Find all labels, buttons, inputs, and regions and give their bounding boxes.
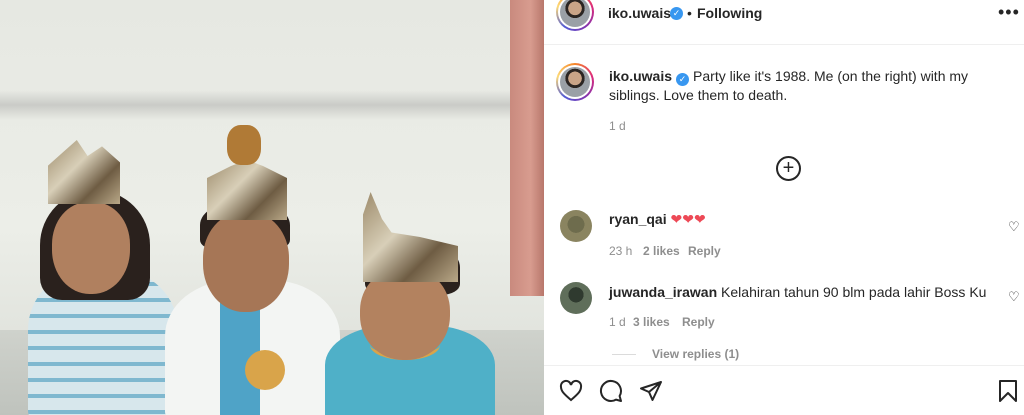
kid-middle bbox=[165, 120, 345, 415]
wall-shadow bbox=[0, 90, 544, 120]
comment-text: Kelahiran tahun 90 blm pada lahir Boss K… bbox=[721, 284, 987, 300]
comment-timestamp: 1 d bbox=[609, 315, 626, 329]
more-horizontal-icon[interactable]: ••• bbox=[998, 2, 1020, 23]
verified-badge-icon: ✓ bbox=[676, 73, 690, 86]
comment-avatar[interactable] bbox=[560, 210, 592, 242]
bookmark-icon[interactable] bbox=[996, 379, 1020, 403]
comment-username[interactable]: ryan_qai bbox=[609, 211, 667, 227]
comment-line: juwanda_irawan Kelahiran tahun 90 blm pa… bbox=[609, 284, 986, 300]
caption-avatar-image bbox=[560, 67, 590, 97]
replies-divider bbox=[612, 354, 636, 356]
send-icon[interactable] bbox=[639, 379, 663, 403]
kid-right bbox=[325, 190, 500, 415]
comment-icon[interactable] bbox=[599, 379, 623, 403]
paper-crown bbox=[48, 140, 120, 204]
caption: iko.uwais ✓ Party like it's 1988. Me (on t… bbox=[609, 67, 1009, 105]
comment-like-heart-icon[interactable]: ♡ bbox=[1008, 219, 1020, 235]
comment-likes[interactable]: 3 likes bbox=[633, 315, 670, 329]
action-bar bbox=[544, 365, 1024, 415]
door bbox=[510, 0, 544, 296]
verified-badge-icon: ✓ bbox=[670, 7, 683, 20]
post-details-panel: iko.uwais ✓ • Following ••• iko.uwais ✓ Pa… bbox=[544, 0, 1024, 415]
comment-likes[interactable]: 2 likes bbox=[643, 244, 680, 258]
comment-reply-button[interactable]: Reply bbox=[688, 244, 721, 258]
caption-timestamp: 1 d bbox=[609, 119, 626, 133]
comment-text: ❤❤❤ bbox=[670, 211, 706, 227]
separator-dot: • bbox=[687, 5, 692, 21]
comment-username[interactable]: juwanda_irawan bbox=[609, 284, 717, 300]
paper-crown bbox=[363, 192, 458, 282]
kid-left bbox=[20, 130, 180, 415]
comment-like-heart-icon[interactable]: ♡ bbox=[1008, 289, 1020, 305]
following-button[interactable]: Following bbox=[697, 5, 762, 21]
post-photo[interactable] bbox=[0, 0, 544, 415]
post-header: iko.uwais ✓ • Following ••• bbox=[544, 0, 1024, 45]
paper-crown bbox=[207, 160, 287, 220]
comment-avatar[interactable] bbox=[560, 282, 592, 314]
plus-circle-icon[interactable]: + bbox=[776, 156, 801, 181]
comment-reply-button[interactable]: Reply bbox=[682, 315, 715, 329]
comment-timestamp: 23 h bbox=[609, 244, 633, 258]
caption-username[interactable]: iko.uwais bbox=[609, 68, 672, 84]
comment-line: ryan_qai ❤❤❤ bbox=[609, 211, 706, 228]
view-replies-button[interactable]: View replies (1) bbox=[612, 347, 739, 361]
heart-icon[interactable] bbox=[559, 379, 583, 403]
header-username[interactable]: iko.uwais bbox=[608, 5, 671, 21]
